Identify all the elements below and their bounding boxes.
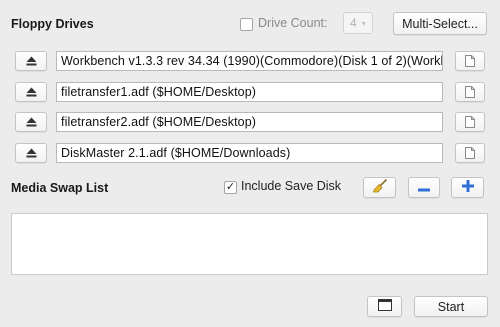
eject-icon	[26, 56, 37, 66]
start-button[interactable]: Start	[414, 296, 488, 317]
multi-select-label: Multi-Select...	[402, 16, 478, 31]
checkmark-icon: ✓	[225, 181, 236, 193]
document-icon	[465, 86, 475, 98]
floppy-drives-title: Floppy Drives	[11, 17, 94, 31]
multi-select-button[interactable]: Multi-Select...	[393, 12, 487, 35]
start-label: Start	[437, 299, 465, 314]
window-icon	[377, 299, 392, 314]
clear-swap-list-button[interactable]	[363, 177, 396, 198]
minus-icon	[418, 181, 430, 195]
document-icon	[465, 147, 475, 159]
remove-swap-item-button[interactable]	[408, 177, 440, 198]
include-save-disk-label: Include Save Disk	[241, 179, 342, 193]
include-save-disk-checkbox[interactable]: ✓	[224, 181, 237, 194]
drive-path-df2[interactable]: filetransfer2.adf ($HOME/Desktop)	[56, 112, 443, 132]
drive-path-df1[interactable]: filetransfer1.adf ($HOME/Desktop)	[56, 82, 443, 102]
insert-disk-button-df2[interactable]	[455, 112, 485, 132]
insert-disk-button-df0[interactable]	[455, 51, 485, 71]
eject-button-df0[interactable]	[15, 51, 47, 71]
eject-icon	[26, 87, 37, 97]
add-swap-item-button[interactable]	[451, 177, 484, 198]
eject-button-df1[interactable]	[15, 82, 47, 102]
toggle-window-button[interactable]	[367, 296, 402, 317]
plus-icon	[461, 180, 474, 195]
eject-button-df2[interactable]	[15, 112, 47, 132]
chevron-down-icon: ▾	[361, 18, 366, 28]
drive-count-select[interactable]: 4 ▾	[343, 12, 373, 34]
insert-disk-button-df3[interactable]	[455, 143, 485, 163]
drive-count-label: Drive Count:	[258, 16, 328, 30]
broom-icon	[372, 179, 388, 196]
drive-count-value: 4	[350, 16, 357, 30]
document-icon	[465, 55, 475, 67]
drive-count-checkbox[interactable]	[240, 18, 253, 31]
drive-path-df0[interactable]: Workbench v1.3.3 rev 34.34 (1990)(Commod…	[56, 51, 443, 71]
drive-path-df3[interactable]: DiskMaster 2.1.adf ($HOME/Downloads)	[56, 143, 443, 163]
insert-disk-button-df1[interactable]	[455, 82, 485, 102]
media-swap-list-title: Media Swap List	[11, 181, 109, 195]
document-icon	[465, 116, 475, 128]
eject-icon	[26, 117, 37, 127]
eject-button-df3[interactable]	[15, 143, 47, 163]
eject-icon	[26, 148, 37, 158]
media-swap-list[interactable]	[11, 213, 488, 275]
